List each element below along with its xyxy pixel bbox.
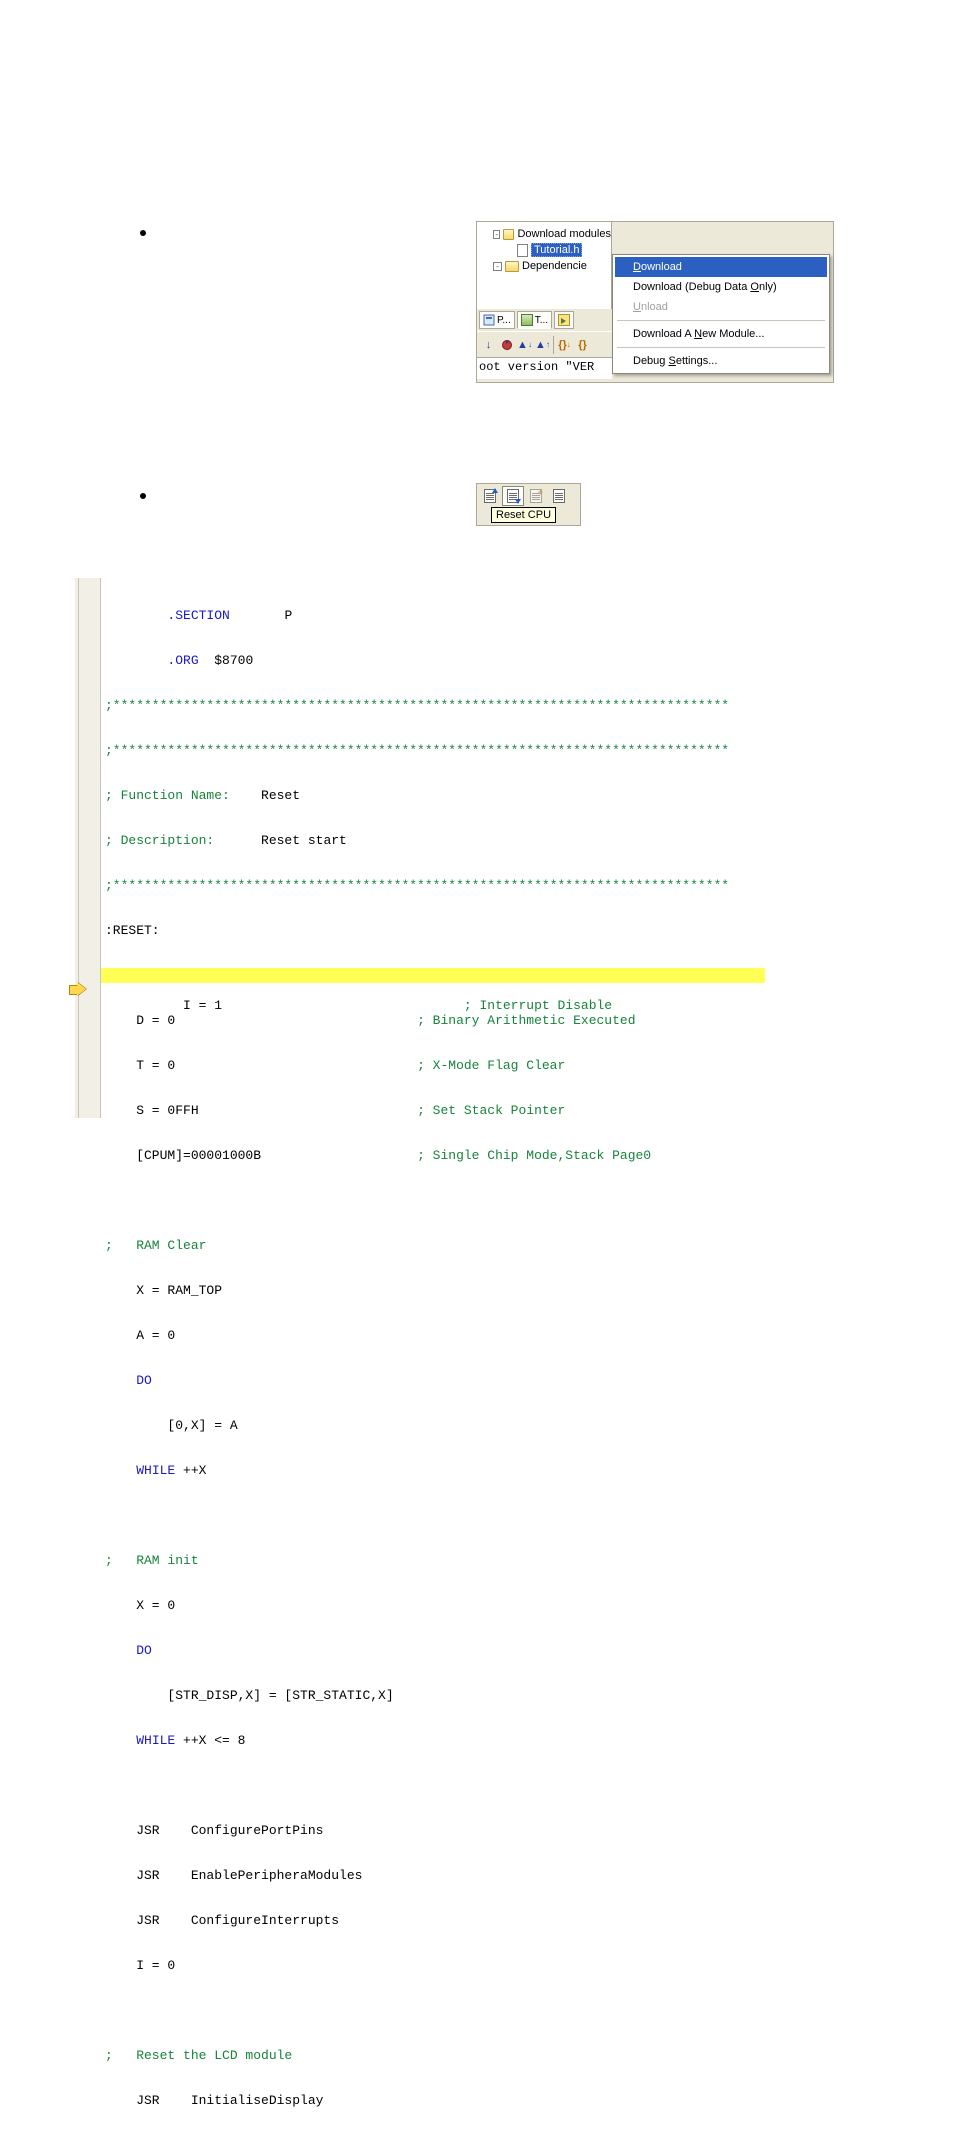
code-line: [0,X] = A bbox=[101, 1418, 765, 1433]
code-line: I = 0 bbox=[101, 1958, 765, 1973]
debug-toolbar: ↓ ▲↓ ▲↑ {}↓ {} bbox=[477, 331, 612, 357]
menu-separator bbox=[617, 320, 825, 321]
reset-cpu-toolbar: + Reset CPU bbox=[476, 483, 581, 526]
tree-label: Download modules bbox=[517, 228, 611, 240]
menu-separator bbox=[617, 347, 825, 348]
toolbar-row: + bbox=[477, 484, 580, 508]
document-plus-icon: + bbox=[530, 489, 542, 503]
code-line: JSR EnablePeripheraModules bbox=[101, 1868, 765, 1883]
output-line: oot version "VER bbox=[479, 360, 594, 374]
document-icon bbox=[553, 489, 565, 503]
tab-navigation[interactable] bbox=[554, 311, 574, 329]
bullet bbox=[140, 493, 146, 499]
tooltip-text: Reset CPU bbox=[496, 509, 551, 521]
tree-collapse-icon[interactable]: - bbox=[493, 262, 502, 271]
code-line: WHILE ++X <= 8 bbox=[101, 1733, 765, 1748]
code-line: DO bbox=[101, 1373, 765, 1388]
code-line: T = 0 ; X-Mode Flag Clear bbox=[101, 1058, 765, 1073]
code-line: WHILE ++X bbox=[101, 1463, 765, 1478]
code-line: X = RAM_TOP bbox=[101, 1283, 765, 1298]
code-line: ; Function Name: Reset bbox=[101, 788, 765, 803]
context-menu: Download Download (Debug Data Only) Unlo… bbox=[612, 254, 830, 374]
output-text: oot version "VER bbox=[477, 357, 612, 379]
tree-node-dependencies[interactable]: - Dependencie bbox=[477, 258, 611, 274]
tooltip: Reset CPU bbox=[491, 507, 556, 523]
document-button[interactable] bbox=[548, 486, 570, 506]
source-code-view: .SECTION P .ORG $8700 ;*****************… bbox=[75, 578, 765, 1118]
menu-download[interactable]: Download bbox=[615, 257, 827, 277]
add-document-button[interactable]: + bbox=[525, 486, 547, 506]
toolbar-separator bbox=[553, 336, 554, 354]
tree-collapse-icon[interactable]: - bbox=[493, 230, 500, 239]
code-line: S = 0FFH ; Set Stack Pointer bbox=[101, 1103, 765, 1118]
code-line: ;***************************************… bbox=[101, 878, 765, 893]
projects-icon bbox=[483, 314, 495, 326]
navigation-icon bbox=[558, 314, 570, 326]
file-icon bbox=[517, 244, 528, 257]
tab-label: P... bbox=[497, 315, 511, 326]
step-into-icon[interactable]: ↓ bbox=[481, 337, 496, 352]
set-pc-icon[interactable]: {} bbox=[575, 337, 590, 352]
tree-label-selected: Tutorial.h bbox=[531, 243, 582, 257]
code-line: [CPUM]=00001000B ; Single Chip Mode,Stac… bbox=[101, 1148, 765, 1163]
menu-download-debug-data-only[interactable]: Download (Debug Data Only) bbox=[615, 277, 827, 297]
folder-icon bbox=[503, 229, 514, 240]
code-area[interactable]: .SECTION P .ORG $8700 ;*****************… bbox=[101, 578, 765, 2138]
tree-node-tutorial[interactable]: Tutorial.h bbox=[477, 242, 611, 258]
code-line: ; RAM init bbox=[101, 1553, 765, 1568]
tab-projects[interactable]: P... bbox=[479, 311, 515, 329]
step-out-icon[interactable]: ▲↓ bbox=[517, 337, 532, 352]
project-tree[interactable]: - Download modules Tutorial.h - Dependen… bbox=[477, 222, 612, 309]
document-down-icon bbox=[507, 489, 519, 503]
folder-icon bbox=[505, 261, 519, 272]
code-line bbox=[101, 2003, 765, 2018]
code-line: JSR ConfigurePortPins bbox=[101, 1823, 765, 1838]
menu-label: Download bbox=[633, 261, 682, 273]
code-line bbox=[101, 1193, 765, 1208]
menu-label: Debug Settings... bbox=[633, 355, 717, 367]
menu-label: Download (Debug Data Only) bbox=[633, 281, 777, 293]
code-line: A = 0 bbox=[101, 1328, 765, 1343]
code-line: ; Description: Reset start bbox=[101, 833, 765, 848]
menu-debug-settings[interactable]: Debug Settings... bbox=[615, 351, 827, 371]
reset-cpu-button[interactable] bbox=[502, 486, 524, 506]
breakpoint-toggle-icon[interactable] bbox=[499, 337, 514, 352]
code-line: D = 0 ; Binary Arithmetic Executed bbox=[101, 1013, 765, 1028]
code-line bbox=[101, 1508, 765, 1523]
download-modules-window: - Download modules Tutorial.h - Dependen… bbox=[476, 221, 834, 383]
run-to-cursor-icon[interactable]: {}↓ bbox=[557, 337, 572, 352]
upload-button[interactable] bbox=[479, 486, 501, 506]
code-line: DO bbox=[101, 1643, 765, 1658]
workspace-tabs: P... T... bbox=[477, 309, 612, 331]
code-line: ;***************************************… bbox=[101, 743, 765, 758]
code-line: ; RAM Clear bbox=[101, 1238, 765, 1253]
code-line: JSR ConfigureInterrupts bbox=[101, 1913, 765, 1928]
gutter-divider bbox=[78, 578, 79, 1118]
menu-label: Unload bbox=[633, 301, 668, 313]
step-over-icon[interactable]: ▲↑ bbox=[535, 337, 550, 352]
templates-icon bbox=[521, 314, 533, 326]
code-line: JSR InitialiseDisplay bbox=[101, 2093, 765, 2108]
code-line: .SECTION P bbox=[101, 608, 765, 623]
tab-templates[interactable]: T... bbox=[517, 311, 552, 329]
bullet bbox=[140, 230, 146, 236]
menu-label: Download A New Module... bbox=[633, 328, 764, 340]
code-line: .ORG $8700 bbox=[101, 653, 765, 668]
code-line-current: I = 1 ; Interrupt Disable bbox=[101, 968, 765, 983]
gutter bbox=[75, 578, 101, 1118]
code-line bbox=[101, 1778, 765, 1793]
tree-label: Dependencie bbox=[522, 260, 587, 272]
code-line: X = 0 bbox=[101, 1598, 765, 1613]
code-line: ;***************************************… bbox=[101, 698, 765, 713]
tab-label: T... bbox=[535, 315, 548, 326]
code-line: ; Reset the LCD module bbox=[101, 2048, 765, 2063]
document-up-icon bbox=[484, 489, 496, 503]
menu-download-new-module[interactable]: Download A New Module... bbox=[615, 324, 827, 344]
program-counter-icon bbox=[69, 983, 87, 995]
code-line: :RESET: bbox=[101, 923, 765, 938]
tree-node-download-modules[interactable]: - Download modules bbox=[477, 226, 611, 242]
code-line: [STR_DISP,X] = [STR_STATIC,X] bbox=[101, 1688, 765, 1703]
menu-unload: Unload bbox=[615, 297, 827, 317]
